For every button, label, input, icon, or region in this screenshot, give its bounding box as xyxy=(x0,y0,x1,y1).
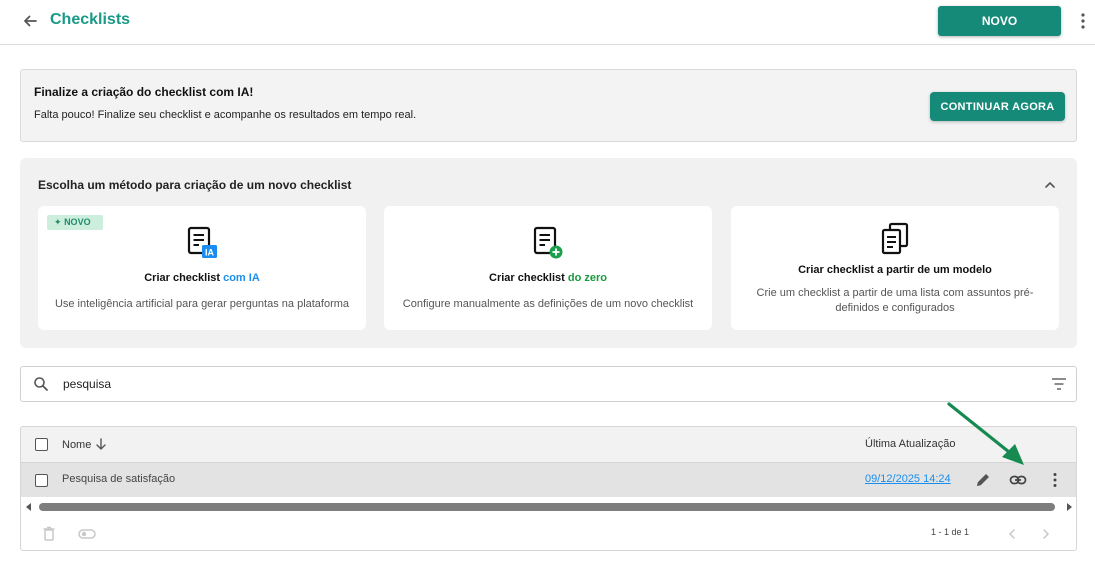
page-title: Checklists xyxy=(50,11,131,28)
banner-title: Finalize a criação do checklist com IA! xyxy=(34,85,254,99)
scrollbar-thumb[interactable] xyxy=(39,503,1055,511)
chevron-left-icon[interactable] xyxy=(1003,525,1021,543)
toggle-icon[interactable] xyxy=(78,525,96,543)
sort-down-icon[interactable] xyxy=(95,438,107,451)
new-checklist-button[interactable]: NOVO xyxy=(938,6,1061,36)
card-create-from-template[interactable]: Criar checklist a partir de um modelo Cr… xyxy=(731,206,1059,330)
creation-methods-panel: Escolha um método para criação de um nov… xyxy=(20,158,1077,348)
scroll-right-icon[interactable] xyxy=(1065,503,1073,511)
card-title: Criar checklist do zero xyxy=(489,272,607,284)
link-icon[interactable] xyxy=(1009,471,1027,489)
card-description: Crie um checklist a partir de uma lista … xyxy=(756,287,1034,314)
ai-draft-banner: Finalize a criação do checklist com IA! … xyxy=(20,69,1077,142)
card-title: Criar checklist a partir de um modelo xyxy=(798,264,992,276)
card-description: Configure manualmente as definições de u… xyxy=(402,298,694,310)
doc-plus-icon xyxy=(533,226,563,259)
filter-icon[interactable] xyxy=(1051,377,1067,391)
row-name: Pesquisa de satisfação xyxy=(62,473,176,485)
trash-icon[interactable] xyxy=(40,525,58,543)
chevron-right-icon[interactable] xyxy=(1037,525,1055,543)
card-description: Use inteligência artificial para gerar p… xyxy=(54,298,350,310)
table-row[interactable]: Pesquisa de satisfação 09/12/2025 14:24 xyxy=(21,463,1076,497)
pagination-info: 1 - 1 de 1 xyxy=(931,527,970,537)
continue-now-button[interactable]: CONTINUAR AGORA xyxy=(930,92,1065,121)
horizontal-scrollbar[interactable] xyxy=(21,499,1076,515)
more-vert-icon[interactable] xyxy=(1046,471,1064,489)
sparkle-icon: ✦ xyxy=(54,217,62,227)
search-input[interactable] xyxy=(63,373,963,395)
methods-title: Escolha um método para criação de um nov… xyxy=(38,178,352,192)
select-all-checkbox[interactable] xyxy=(35,438,48,451)
card-create-from-scratch[interactable]: Criar checklist do zero Configure manual… xyxy=(384,206,712,330)
row-updated-link[interactable]: 09/12/2025 14:24 xyxy=(865,473,951,485)
search-icon xyxy=(34,377,48,391)
column-header-updated[interactable]: Última Atualização xyxy=(865,438,956,450)
row-checkbox[interactable] xyxy=(35,474,48,487)
banner-text: Falta pouco! Finalize seu checklist e ac… xyxy=(34,109,417,121)
table-header: Nome Última Atualização xyxy=(21,427,1076,463)
checklists-table: Nome Última Atualização Pesquisa de sati… xyxy=(20,426,1077,551)
table-footer: 1 - 1 de 1 xyxy=(21,517,1076,550)
card-create-with-ai[interactable]: ✦ NOVO IA Criar checklist com IA Use int… xyxy=(38,206,366,330)
back-arrow-icon[interactable] xyxy=(20,11,40,31)
column-header-name[interactable]: Nome xyxy=(62,439,91,451)
more-vert-icon[interactable] xyxy=(1075,11,1091,31)
ai-doc-icon: IA xyxy=(187,226,217,258)
card-title: Criar checklist com IA xyxy=(144,272,260,284)
edit-icon[interactable] xyxy=(974,471,992,489)
top-header: Checklists NOVO xyxy=(0,0,1095,45)
svg-text:IA: IA xyxy=(205,248,215,258)
doc-copy-icon xyxy=(881,222,909,255)
search-bar xyxy=(20,366,1077,402)
new-badge: ✦ NOVO xyxy=(47,215,103,230)
scroll-left-icon[interactable] xyxy=(25,503,33,511)
chevron-up-icon[interactable] xyxy=(1043,178,1057,192)
